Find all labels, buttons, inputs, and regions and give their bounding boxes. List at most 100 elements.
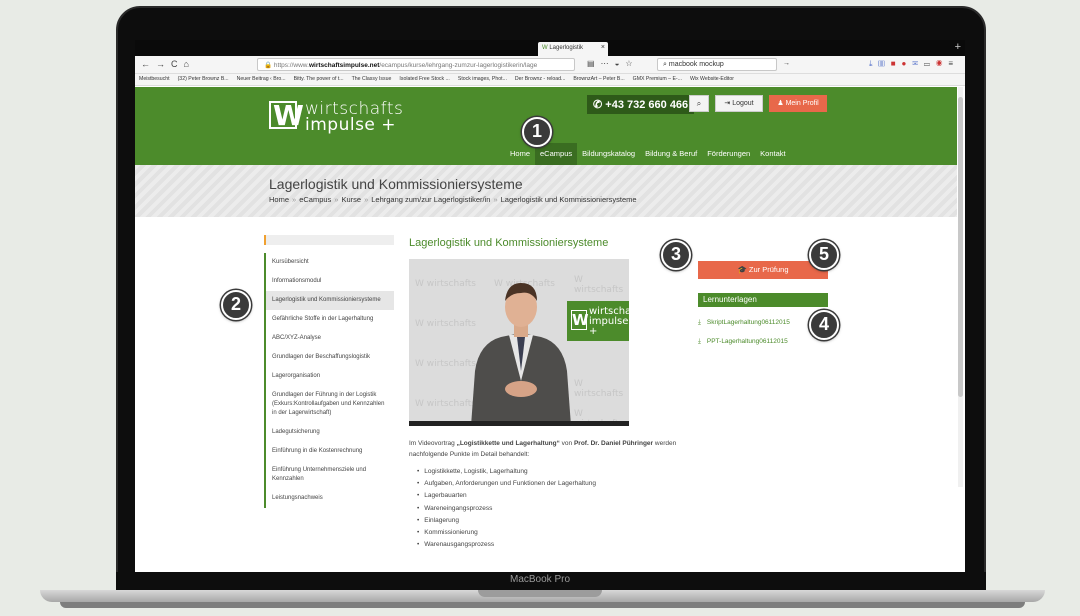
phone-icon: ✆ bbox=[593, 99, 606, 111]
nav-item-förderungen[interactable]: Förderungen bbox=[702, 143, 755, 165]
sidebar-item[interactable]: Einführung Unternehmensziele und Kennzah… bbox=[266, 461, 394, 489]
page-scrollbar[interactable] bbox=[958, 87, 963, 487]
search-go-icon[interactable]: → bbox=[783, 60, 790, 67]
download-icon[interactable]: ⤓ bbox=[869, 59, 879, 68]
bookmark-item[interactable]: Bitty. The power of t... bbox=[294, 76, 344, 83]
header-search-button[interactable]: ⌕ bbox=[689, 95, 709, 112]
speaker-figure bbox=[471, 283, 571, 426]
forward-icon[interactable]: → bbox=[156, 59, 171, 69]
breadcrumb-item[interactable]: Kurse bbox=[341, 195, 361, 204]
pinterest-icon[interactable]: ◉ bbox=[936, 59, 948, 68]
sidebar-item[interactable]: Grundlagen der Beschaffungslogistik bbox=[266, 348, 394, 367]
video-logo-line2: impulse + bbox=[589, 316, 629, 337]
sidebar-icon[interactable]: ▭ bbox=[924, 59, 936, 68]
profile-button[interactable]: ♟ Mein Profil bbox=[769, 95, 827, 112]
sidebar-item[interactable]: Lagerlogistik und Kommissioniersysteme bbox=[266, 291, 394, 310]
more-icon[interactable]: ⋯ bbox=[601, 59, 615, 68]
list-item: Logistikkette, Logistik, Lagerhaltung bbox=[417, 466, 596, 478]
breadcrumb: Home» eCampus» Kurse» Lehrgang zum/zur Lage… bbox=[269, 195, 637, 204]
annotation-badge-5: 5 bbox=[809, 240, 839, 270]
bookmarks-bar: Meistbesucht (32) Peter Brownz B... Neuer … bbox=[135, 74, 965, 86]
mail-icon[interactable]: ✉ bbox=[912, 59, 924, 68]
download-icon: ⤓ bbox=[698, 338, 701, 345]
bookmark-item[interactable]: (32) Peter Brownz B... bbox=[178, 76, 229, 83]
video-player[interactable]: W wirtschafts W wirtschafts W wirtschaft… bbox=[409, 259, 629, 426]
toolbar-icons: ⤓▥■●✉▭◉≡ bbox=[869, 59, 959, 69]
bookmark-item[interactable]: Isolated Free Stock ... bbox=[399, 76, 449, 83]
browser-nav-buttons: ←→C⌂ bbox=[141, 59, 195, 69]
library-icon[interactable]: ▥ bbox=[879, 59, 891, 68]
sidebar-item[interactable]: Kursübersicht bbox=[266, 253, 394, 272]
sidebar-item[interactable]: Grundlagen der Führung in der Logistik (… bbox=[266, 386, 394, 423]
star-icon[interactable]: ☆ bbox=[625, 59, 638, 68]
laptop-notch bbox=[478, 590, 602, 597]
bookmark-item[interactable]: Stock images, Phot... bbox=[458, 76, 507, 83]
search-icon: ⌕ bbox=[696, 99, 702, 108]
adblock-icon[interactable]: ● bbox=[902, 59, 913, 68]
bookmark-item[interactable]: Neuer Beitrag ‹ Bro... bbox=[237, 76, 286, 83]
tab-title: Lagerlogistik bbox=[549, 45, 584, 51]
lesson-description: Im Videovortrag „Logistikkette und Lager… bbox=[409, 440, 677, 459]
nav-item-kontakt[interactable]: Kontakt bbox=[755, 143, 790, 165]
lesson-title: Lagerlogistik und Kommissioniersysteme bbox=[409, 237, 609, 249]
topic-list: Logistikkette, Logistik, LagerhaltungAuf… bbox=[417, 466, 596, 552]
nav-item-home[interactable]: Home bbox=[505, 143, 535, 165]
bookmark-item[interactable]: Wix Website-Editor bbox=[690, 76, 734, 83]
list-item: Kommissionierung bbox=[417, 527, 596, 539]
breadcrumb-item[interactable]: Lehrgang zum/zur Lagerlogistiker/in bbox=[371, 195, 490, 204]
bookmark-item[interactable]: BrownzArt – Peter B... bbox=[573, 76, 624, 83]
breadcrumb-item[interactable]: eCampus bbox=[299, 195, 331, 204]
sidebar-list: Kursübersicht Informationsmodul Lagerlogis… bbox=[264, 253, 394, 508]
user-icon: ♟ bbox=[777, 100, 786, 107]
home-icon[interactable]: ⌂ bbox=[184, 59, 195, 69]
bookmark-item[interactable]: GMX Premium – E-... bbox=[633, 76, 682, 83]
sidebar-item[interactable]: Einführung in die Kostenrechnung bbox=[266, 442, 394, 461]
browser-tab[interactable]: W Lagerlogistik × bbox=[538, 42, 608, 56]
sidebar-item[interactable]: Gefährliche Stoffe in der Lagerhaltung bbox=[266, 310, 394, 329]
sidebar-item[interactable]: ABC/XYZ-Analyse bbox=[266, 329, 394, 348]
tab-close-icon[interactable]: × bbox=[601, 44, 605, 51]
list-item: Einlagerung bbox=[417, 515, 596, 527]
reload-icon[interactable]: C bbox=[171, 59, 184, 69]
url-path: /ecampus/kurse/lehrgang-zumzur-lagerlogi… bbox=[379, 62, 538, 69]
search-input[interactable]: ⌕ macbook mockup → bbox=[657, 58, 790, 71]
bookmark-item[interactable]: The Classy Issue bbox=[352, 76, 392, 83]
nav-item-bildungskatalog[interactable]: Bildungskatalog bbox=[577, 143, 640, 165]
sidebar-item[interactable]: Ladegutsicherung bbox=[266, 423, 394, 442]
breadcrumb-separator-icon: » bbox=[292, 195, 297, 204]
annotation-badge-2: 2 bbox=[221, 290, 251, 320]
download-link[interactable]: ⤓ PPT-Lagerhaltung06112015 bbox=[698, 338, 788, 346]
pocket-icon[interactable]: ◒ bbox=[615, 59, 626, 68]
laptop-foot bbox=[60, 602, 1025, 608]
nav-item-bildung-beruf[interactable]: Bildung & Beruf bbox=[640, 143, 702, 165]
annotation-badge-4: 4 bbox=[809, 310, 839, 340]
back-icon[interactable]: ← bbox=[141, 59, 156, 69]
exam-button[interactable]: 🎓 Zur Prüfung bbox=[698, 261, 828, 279]
logout-button[interactable]: ⇥ Logout bbox=[715, 95, 763, 112]
reader-icon[interactable]: ▤ bbox=[587, 59, 601, 68]
download-link[interactable]: ⤓ SkriptLagerhaltung06112015 bbox=[698, 319, 790, 327]
scrollbar-thumb[interactable] bbox=[958, 97, 963, 397]
video-bg-logo: W wirtschafts bbox=[574, 379, 624, 399]
page-title: Lagerlogistik und Kommissioniersysteme bbox=[269, 176, 523, 192]
bookmark-item[interactable]: Meistbesucht bbox=[139, 76, 170, 83]
phone-number[interactable]: ✆ +43 732 660 466 bbox=[587, 95, 695, 114]
laptop-label: MacBook Pro bbox=[509, 574, 571, 585]
screen: W Lagerlogistik × + ←→C⌂ 🔒 https://www.w… bbox=[135, 40, 965, 572]
logo-mark: W bbox=[269, 99, 304, 132]
sidebar-item[interactable]: Informationsmodul bbox=[266, 272, 394, 291]
menu-icon[interactable]: ≡ bbox=[948, 59, 959, 68]
new-tab-button[interactable]: + bbox=[955, 41, 961, 53]
sidebar-item[interactable]: Leistungsnachweis bbox=[266, 489, 394, 508]
url-actions: ▤⋯◒☆ bbox=[587, 59, 639, 68]
bookmark-item[interactable]: Der Brownz - reload... bbox=[515, 76, 565, 83]
sidebar-rss-bar bbox=[264, 235, 394, 245]
breadcrumb-item: Lagerlogistik und Kommissioniersysteme bbox=[500, 195, 637, 204]
graduation-cap-icon: 🎓 bbox=[737, 265, 749, 274]
url-bar[interactable]: 🔒 https://www.wirtschaftsimpulse.net/eca… bbox=[257, 58, 575, 71]
list-item: Wareneingangsprozess bbox=[417, 503, 596, 515]
video-control-bar[interactable] bbox=[409, 421, 629, 426]
sidebar-item[interactable]: Lagerorganisation bbox=[266, 367, 394, 386]
extension-icon[interactable]: ■ bbox=[891, 59, 902, 68]
breadcrumb-item[interactable]: Home bbox=[269, 195, 289, 204]
